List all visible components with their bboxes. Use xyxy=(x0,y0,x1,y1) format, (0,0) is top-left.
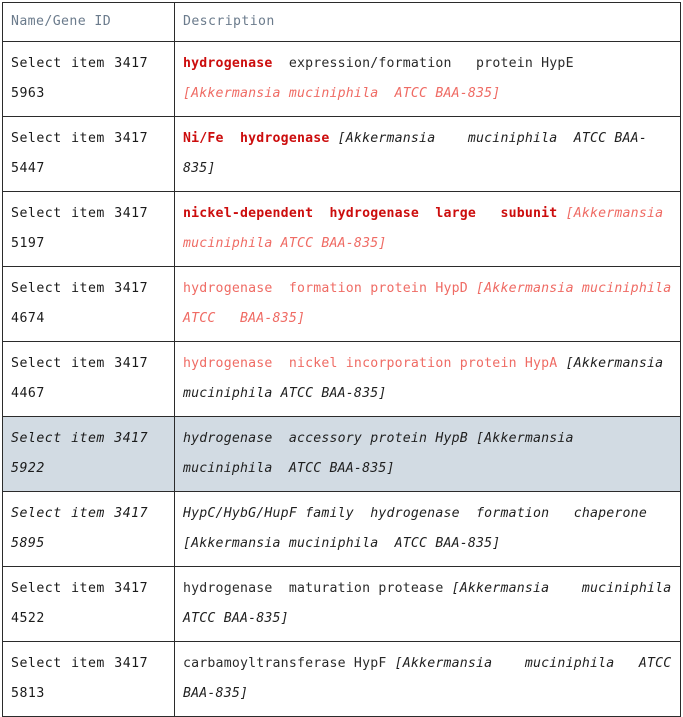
select-item-label[interactable]: Select item 3417 xyxy=(11,506,148,521)
select-item-cell[interactable]: Select item 3417 5963 xyxy=(2,41,175,117)
select-item-label[interactable]: Select item 3417 xyxy=(11,56,148,71)
description-cell: hydrogenase maturation protease [Akkerma… xyxy=(174,566,681,642)
table-header-row: Name/Gene ID Description xyxy=(2,2,681,42)
description-text-run: [Akkermansia muciniphila ATCC BAA-835] xyxy=(183,86,501,101)
select-item-cell[interactable]: Select item 3417 5895 xyxy=(2,491,175,567)
description-cell: hydrogenase expression/formation protein… xyxy=(174,41,681,117)
table-row[interactable]: Select item 3417 4467 hydrogenase nickel i… xyxy=(2,341,681,417)
description-text-run: hydrogenase accessory protein HypB [Akke… xyxy=(183,431,599,476)
description-text-run: hydrogenase maturation protease xyxy=(183,581,452,596)
select-item-cell[interactable]: Select item 3417 4467 xyxy=(2,341,175,417)
table-row[interactable]: Select item 3417 5813 carbamoyltransferase… xyxy=(2,641,681,717)
description-cell: Ni/Fe hydrogenase [Akkermansia muciniphi… xyxy=(174,116,681,192)
table-row[interactable]: Select item 3417 5963 hydrogenase expressi… xyxy=(2,41,681,117)
description-text-run: nickel-dependent hydrogenase large subun… xyxy=(183,206,566,221)
select-item-cell[interactable]: Select item 3417 5922 xyxy=(2,416,175,492)
select-item-cell[interactable]: Select item 3417 4674 xyxy=(2,266,175,342)
select-item-label[interactable]: Select item 3417 xyxy=(11,206,148,221)
select-item-label[interactable]: Select item 3417 xyxy=(11,581,148,596)
gene-id-value: 4674 xyxy=(11,311,45,326)
table-row[interactable]: Select item 3417 5197 nickel-dependent hyd… xyxy=(2,191,681,267)
select-item-label[interactable]: Select item 3417 xyxy=(11,131,148,146)
gene-id-value: 5895 xyxy=(11,536,45,551)
description-text-run: hydrogenase nickel incorporation protein… xyxy=(183,356,566,371)
select-item-cell[interactable]: Select item 3417 5197 xyxy=(2,191,175,267)
description-text-run: expression/formation protein HypE xyxy=(272,56,582,71)
description-cell: hydrogenase formation protein HypD [Akke… xyxy=(174,266,681,342)
description-cell: hydrogenase accessory protein HypB [Akke… xyxy=(174,416,681,492)
table-body: Name/Gene ID Description Select item 341… xyxy=(2,2,681,717)
description-cell: carbamoyltransferase HypF [Akkermansia m… xyxy=(174,641,681,717)
select-item-label[interactable]: Select item 3417 xyxy=(11,281,148,296)
select-item-label[interactable]: Select item 3417 xyxy=(11,356,148,371)
gene-id-value: 5197 xyxy=(11,236,45,251)
description-cell: hydrogenase nickel incorporation protein… xyxy=(174,341,681,417)
table-row[interactable]: Select item 3417 5447 Ni/Fe hydrogenase [A… xyxy=(2,116,681,192)
description-text-run: hydrogenase formation protein HypD xyxy=(183,281,477,296)
description-text-run xyxy=(330,131,338,146)
gene-id-value: 5447 xyxy=(11,161,45,176)
column-header-description: Description xyxy=(174,2,681,42)
table-row[interactable]: Select item 3417 4674 hydrogenase formatio… xyxy=(2,266,681,342)
select-item-cell[interactable]: Select item 3417 4522 xyxy=(2,566,175,642)
select-item-label[interactable]: Select item 3417 xyxy=(11,431,148,446)
table-row[interactable]: Select item 3417 4522 hydrogenase maturati… xyxy=(2,566,681,642)
gene-id-value: 5813 xyxy=(11,686,45,701)
gene-id-value: 5963 xyxy=(11,86,45,101)
description-text-run: hydrogenase xyxy=(183,56,273,71)
description-text-run: Ni/Fe hydrogenase xyxy=(183,131,330,146)
select-item-cell[interactable]: Select item 3417 5813 xyxy=(2,641,175,717)
gene-id-value: 4522 xyxy=(11,611,45,626)
description-cell: HypC/HybG/HupF family hydrogenase format… xyxy=(174,491,681,567)
gene-id-value: 5922 xyxy=(11,461,45,476)
column-header-name-gene-id: Name/Gene ID xyxy=(2,2,175,42)
description-cell: nickel-dependent hydrogenase large subun… xyxy=(174,191,681,267)
table-row[interactable]: Select item 3417 5922 hydrogenase accessor… xyxy=(2,416,681,492)
description-text-run: HypC/HybG/HupF family hydrogenase format… xyxy=(183,506,656,551)
gene-id-value: 4467 xyxy=(11,386,45,401)
select-item-cell[interactable]: Select item 3417 5447 xyxy=(2,116,175,192)
gene-results-table: Name/Gene ID Description Select item 341… xyxy=(2,2,681,717)
table-row[interactable]: Select item 3417 5895 HypC/HybG/HupF famil… xyxy=(2,491,681,567)
